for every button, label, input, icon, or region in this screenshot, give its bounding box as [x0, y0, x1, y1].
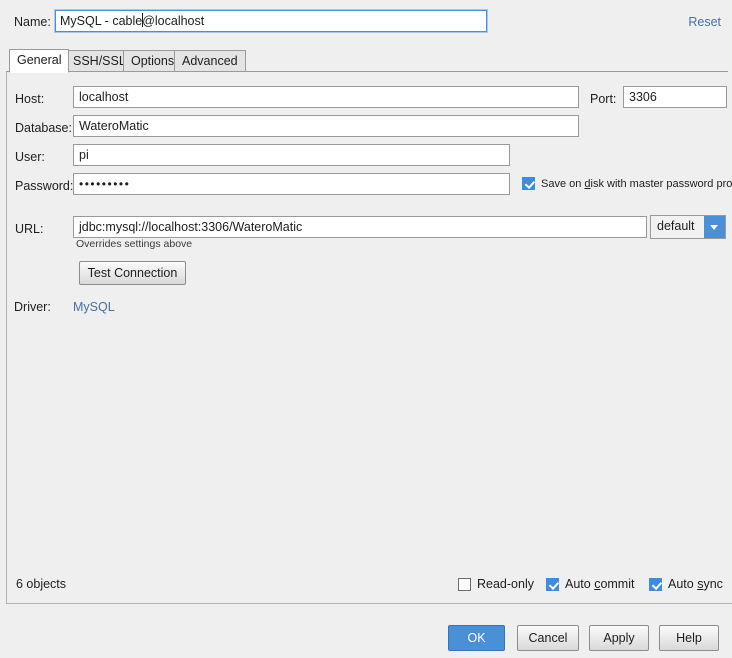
- host-label: Host:: [15, 92, 45, 106]
- password-input[interactable]: •••••••••: [73, 173, 510, 195]
- save-on-disk-label: Save on disk with master password protec…: [541, 178, 732, 190]
- test-connection-button[interactable]: Test Connection: [79, 261, 186, 285]
- password-label: Password:: [15, 179, 74, 193]
- cancel-button[interactable]: Cancel: [517, 625, 579, 651]
- read-only-checkbox[interactable]: [458, 578, 471, 591]
- url-mode-dropdown[interactable]: default: [650, 215, 726, 239]
- port-label: Port:: [590, 92, 617, 106]
- apply-button[interactable]: Apply: [589, 625, 649, 651]
- chevron-down-icon[interactable]: [704, 216, 725, 238]
- ok-button[interactable]: OK: [448, 625, 505, 651]
- driver-link[interactable]: MySQL: [73, 300, 115, 314]
- connection-name-input[interactable]: MySQL - cable@localhost: [54, 9, 488, 33]
- driver-label: Driver:: [14, 300, 51, 314]
- url-mode-value: default: [657, 219, 695, 233]
- url-input[interactable]: jdbc:mysql://localhost:3306/WateroMatic: [73, 216, 647, 238]
- reset-link[interactable]: Reset: [688, 15, 721, 29]
- user-label: User:: [15, 150, 45, 164]
- port-input[interactable]: 3306: [623, 86, 727, 108]
- dialog-button-bar: OK Cancel Apply Help: [0, 604, 732, 658]
- auto-sync-checkbox[interactable]: [649, 578, 662, 591]
- host-input[interactable]: localhost: [73, 86, 579, 108]
- read-only-label: Read-only: [477, 577, 534, 591]
- objects-count-label: 6 objects: [16, 577, 67, 591]
- name-label: Name:: [14, 15, 51, 29]
- auto-sync-label: Auto sync: [668, 577, 723, 591]
- auto-commit-label: Auto commit: [565, 577, 635, 591]
- database-label: Database:: [15, 121, 72, 135]
- name-row: Name: MySQL - cable@localhost Reset: [0, 0, 732, 44]
- user-input[interactable]: pi: [73, 144, 510, 166]
- save-on-disk-checkbox[interactable]: [522, 177, 535, 190]
- database-input[interactable]: WateroMatic: [73, 115, 579, 137]
- tab-advanced[interactable]: Advanced: [174, 50, 246, 72]
- url-label: URL:: [15, 222, 44, 236]
- help-button[interactable]: Help: [659, 625, 719, 651]
- tab-general[interactable]: General: [9, 49, 70, 73]
- tab-bar: General SSH/SSL Options Advanced: [0, 46, 732, 74]
- name-text-before-caret: MySQL - cable: [60, 14, 143, 28]
- name-text-after-caret: @localhost: [142, 14, 205, 28]
- general-tab-panel: Host: localhost Port: 3306 Database: Wat…: [6, 72, 732, 566]
- overrides-note: Overrides settings above: [76, 238, 193, 250]
- auto-commit-checkbox[interactable]: [546, 578, 559, 591]
- status-bar: 6 objects Read-only Auto commit Auto syn…: [6, 566, 732, 604]
